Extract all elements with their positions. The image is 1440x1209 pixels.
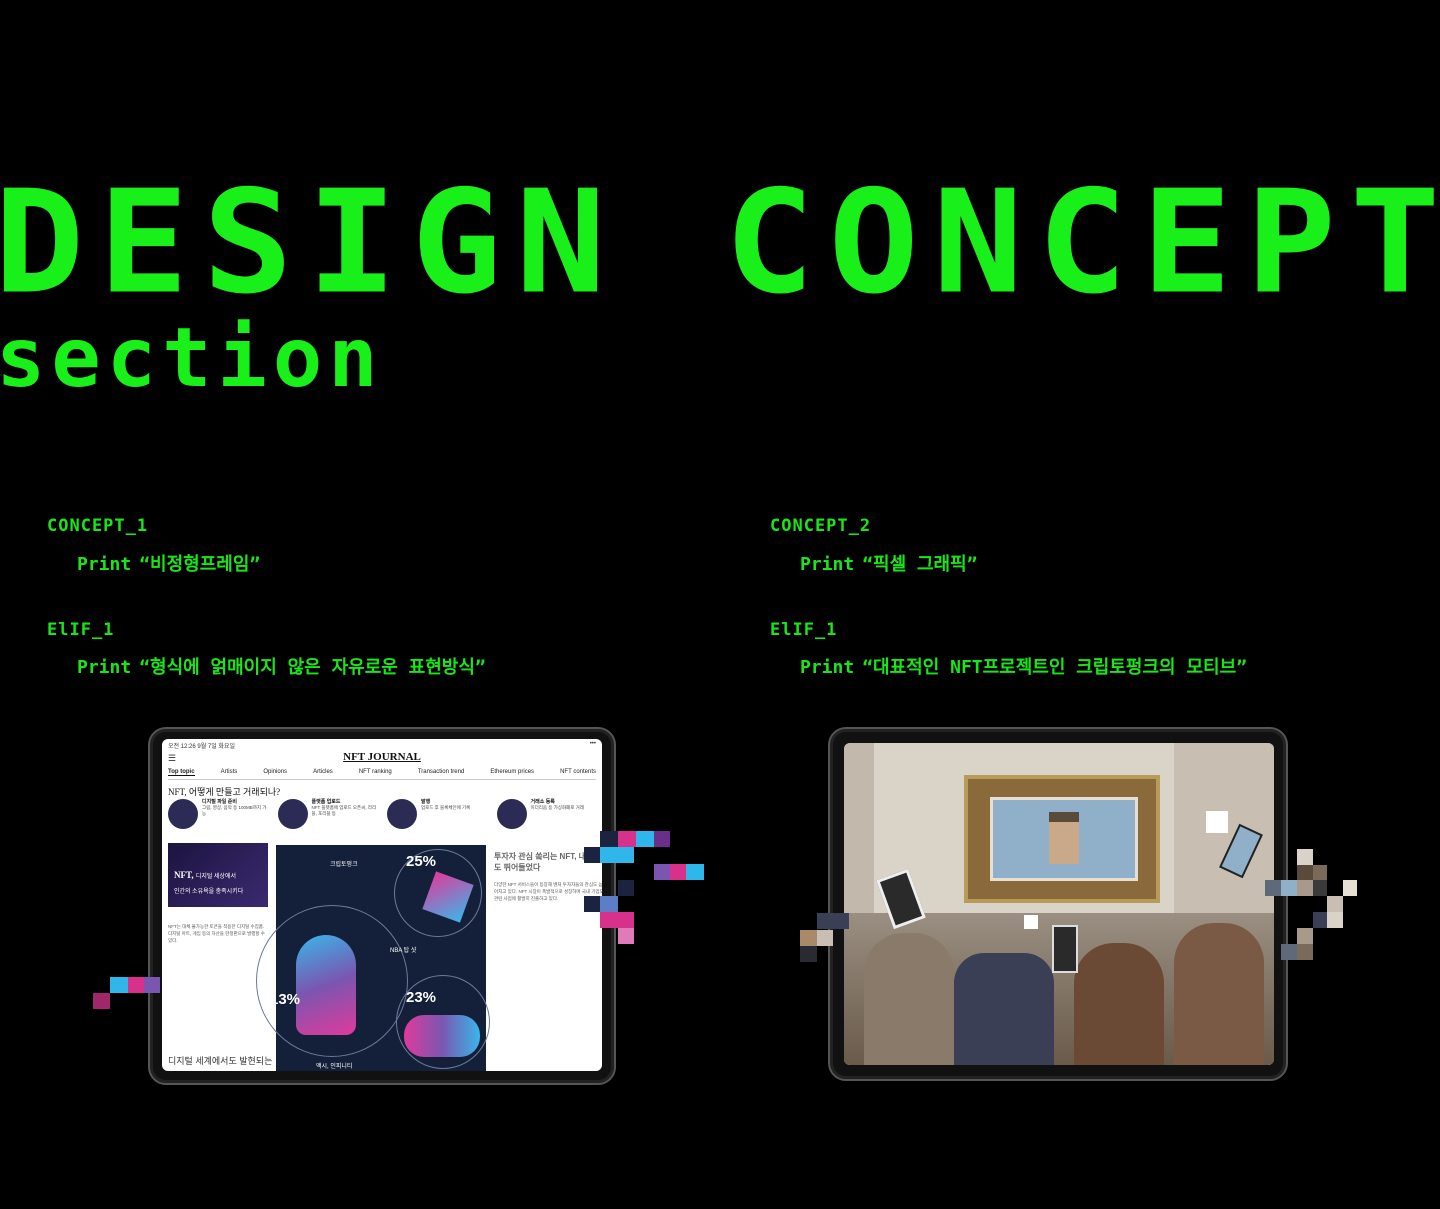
concept-2-elif-label: ElIF_1 (770, 620, 838, 640)
step-text: NFT 플랫폼에 업로드 오픈씨, 라리블, 포리블 등 (311, 805, 377, 816)
step-text: 이더리움 등 가상화폐로 거래 (530, 805, 584, 810)
status-bar-icons: ••• (589, 741, 596, 747)
painting-frame (964, 775, 1160, 903)
process-step: 디지털 파일 준비 그림, 영상, 음악 등 100MB까지 가능 (168, 799, 268, 835)
nav-tab-ethereum-prices[interactable]: Ethereum prices (490, 769, 534, 776)
article-footer-title: 디지털 세계에서도 발현되는 (168, 1056, 273, 1066)
gallery-screen (844, 743, 1274, 1065)
concept-2-elif-print: Print “대표적인 NFT프로젝트인 크립토펑크의 모티브” (800, 653, 1247, 679)
nav-tab-artists[interactable]: Artists (221, 769, 238, 776)
print-keyword: Print (77, 657, 132, 678)
exchange-icon (496, 799, 527, 829)
promo-sub2: 인간의 소유욕을 충족시키다 (174, 889, 244, 895)
concept-1-label: CONCEPT_1 (47, 516, 149, 536)
nav-tab-nft-contents[interactable]: NFT contents (560, 769, 596, 776)
process-step: 플랫폼 업로드 NFT 플랫폼에 업로드 오픈씨, 라리블, 포리블 등 (277, 799, 378, 835)
image-file-icon (168, 799, 198, 829)
journal-nav: Top topic Artists Opinions Articles NFT … (168, 769, 596, 780)
cryptopunk-hair (1049, 812, 1079, 822)
tablet-frame-journal: 오전 12:26 9월 7일 화요일 ••• ☰ NFT JOURNAL Top… (148, 727, 616, 1085)
concept-2-print-text: “픽셀 그래픽” (862, 554, 978, 575)
nav-tab-nft-ranking[interactable]: NFT ranking (359, 769, 392, 776)
promo-title: NFT, (174, 870, 194, 880)
nav-tab-opinions[interactable]: Opinions (263, 769, 287, 776)
cryptopunk-painting (990, 797, 1138, 881)
nav-tab-transaction-trend[interactable]: Transaction trend (418, 769, 464, 776)
journal-headline: NFT, 어떻게 만들고 거래되나? (168, 787, 281, 797)
process-step: 발행 업로드 후 블록체인에 기록 (387, 799, 487, 835)
status-bar-time: 오전 12:26 9월 7일 화요일 (168, 744, 235, 750)
label-nba-top-shot: NBA 탑 샷 (390, 948, 417, 954)
infographic-panel: 크립토펑크 25% NBA 탑 샷 13% 23% 액시, 인피니티 (256, 845, 490, 1071)
hero-subtitle: section (0, 311, 384, 406)
tablet-frame-gallery (828, 727, 1288, 1081)
print-keyword: Print (800, 554, 855, 575)
basketball-player-graphic (296, 935, 356, 1035)
print-keyword: Print (77, 554, 132, 575)
concept-1-elif-label: ElIF_1 (47, 620, 115, 640)
pct-25: 25% (406, 853, 437, 870)
concept-1-print-text: “비정형프레임” (139, 554, 261, 575)
person-silhouette (954, 953, 1054, 1065)
nft-mint-icon (387, 799, 417, 829)
label-cryptopunk: 크립토펑크 (330, 862, 358, 868)
concept-2-print: Print “픽셀 그래픽” (800, 550, 978, 576)
concept-2-elif-text: “대표적인 NFT프로젝트인 크립토펑크의 모티브” (862, 657, 1247, 678)
concept-1-elif-text: “형식에 얽매이지 않은 자유로운 표현방식” (139, 657, 486, 678)
concept-1-elif-print: Print “형식에 얽매이지 않은 자유로운 표현방식” (77, 653, 486, 679)
phone-camera (1052, 925, 1078, 973)
label-axie-infinity: 액시, 인피니티 (316, 1064, 353, 1070)
person-silhouette (1174, 923, 1264, 1065)
journal-screen: 오전 12:26 9월 7일 화요일 ••• ☰ NFT JOURNAL Top… (162, 739, 602, 1071)
promo-banner[interactable]: NFT, 디지털 세상에서 인간의 소유욕을 충족시키다 (168, 843, 268, 907)
pct-23: 23% (406, 989, 437, 1006)
gamepad-graphic (404, 1015, 480, 1057)
sparkle-icon (1206, 811, 1228, 833)
concept-2-label: CONCEPT_2 (770, 516, 872, 536)
person-silhouette (864, 933, 954, 1065)
upload-icon (277, 799, 308, 829)
nav-tab-articles[interactable]: Articles (313, 769, 333, 776)
person-silhouette (1074, 943, 1164, 1065)
hero-title: DESIGN CONCEPT (0, 160, 1440, 326)
journal-logo[interactable]: NFT JOURNAL (162, 751, 602, 763)
pct-13: 13% (270, 991, 301, 1008)
nav-tab-top-topic[interactable]: Top topic (168, 769, 195, 776)
process-steps: 디지털 파일 준비 그림, 영상, 음악 등 100MB까지 가능 플랫폼 업로드… (168, 799, 596, 835)
promo-sub: 디지털 세상에서 (195, 874, 236, 880)
step-text: 업로드 후 블록체인에 기록 (421, 805, 471, 810)
concept-1-print: Print “비정형프레임” (77, 550, 260, 576)
step-text: 그림, 영상, 음악 등 100MB까지 가능 (202, 805, 267, 816)
process-step: 거래소 등록 이더리움 등 가상화폐로 거래 (496, 799, 597, 835)
article-body: NFT는 대체 불가능한 토큰을 적용한 디지털 수집품. 디지털 아트, 게임… (168, 924, 265, 943)
print-keyword: Print (800, 657, 855, 678)
sparkle-icon (1024, 915, 1038, 929)
